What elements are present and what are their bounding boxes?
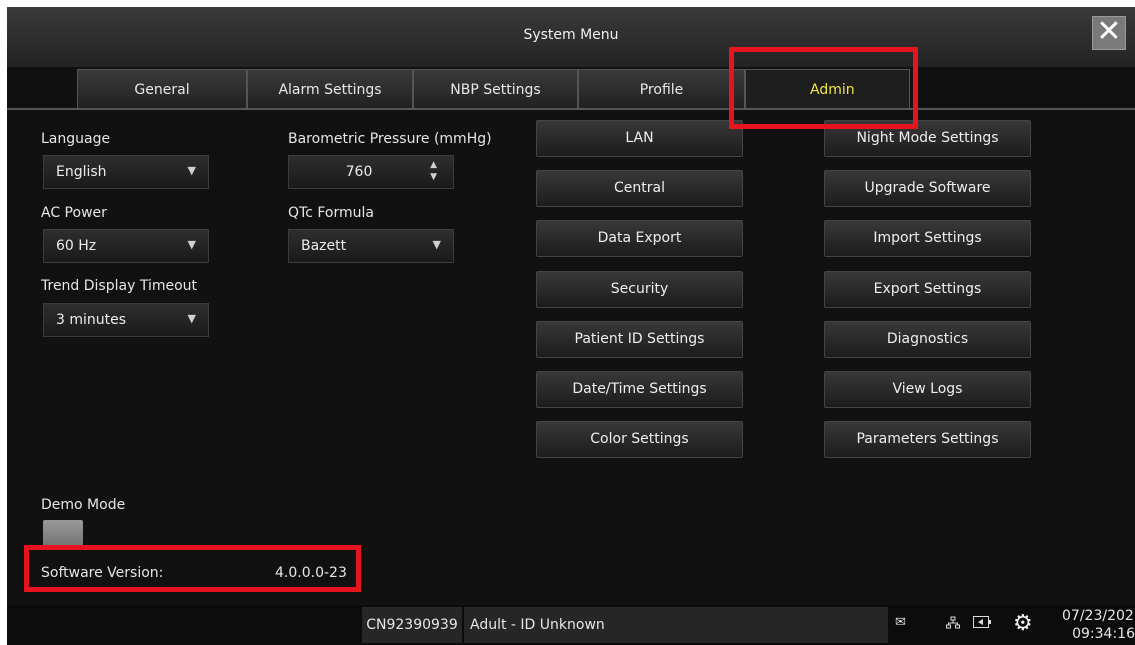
chevron-down-icon: ▼ [187,238,196,251]
demo-mode-label: Demo Mode [41,497,126,513]
lan-button[interactable]: LAN [536,120,743,157]
barometric-pressure-value: 760 [345,164,373,180]
export-settings-button[interactable]: Export Settings [824,271,1031,308]
security-button[interactable]: Security [536,271,743,308]
close-button[interactable]: ✕ [1092,16,1126,50]
admin-tab-highlight [729,47,918,129]
mail-icon[interactable]: ✉ [895,615,906,630]
close-icon: ✕ [1096,14,1122,49]
window-title: System Menu [523,27,619,43]
ac-power-label: AC Power [41,205,107,221]
tab-profile[interactable]: Profile [578,69,745,109]
tab-nbp-settings[interactable]: NBP Settings [413,69,578,109]
chevron-down-icon: ▼ [432,238,441,251]
title-bar: System Menu ✕ [7,7,1135,67]
chevron-down-icon: ▼ [187,312,196,325]
stepper-arrows-icon[interactable]: ▲ ▼ [430,159,437,183]
language-value: English [56,164,107,180]
status-bar: CN92390939 Adult - ID Unknown ✉ ⚙ 07/23/… [7,605,1135,645]
device-id[interactable]: CN92390939 [362,607,462,643]
qtc-formula-label: QTc Formula [288,205,374,221]
central-button[interactable]: Central [536,170,743,207]
ac-power-dropdown[interactable]: 60 Hz ▼ [43,229,209,263]
gear-icon[interactable]: ⚙ [1013,611,1033,636]
language-dropdown[interactable]: English ▼ [43,155,209,189]
language-label: Language [41,131,111,147]
qtc-formula-dropdown[interactable]: Bazett ▼ [288,229,454,263]
patient-banner[interactable]: Adult - ID Unknown [464,607,888,643]
qtc-formula-value: Bazett [301,238,347,254]
chevron-down-icon: ▼ [187,164,196,177]
trend-timeout-value: 3 minutes [56,312,127,328]
barometric-pressure-spinner[interactable]: 760 ▲ ▼ [288,155,454,189]
view-logs-button[interactable]: View Logs [824,371,1031,408]
import-settings-button[interactable]: Import Settings [824,220,1031,257]
tab-divider [7,108,1135,110]
date-time-settings-button[interactable]: Date/Time Settings [536,371,743,408]
time-text: 09:34:16 [1072,626,1135,642]
barometric-pressure-label: Barometric Pressure (mmHg) [288,131,492,147]
network-icon[interactable] [946,616,960,634]
trend-timeout-label: Trend Display Timeout [41,278,198,294]
patient-id-settings-button[interactable]: Patient ID Settings [536,321,743,358]
upgrade-software-button[interactable]: Upgrade Software [824,170,1031,207]
date-time-display: 07/23/2021 09:34:16 [1062,607,1135,643]
tab-general[interactable]: General [77,69,247,109]
parameters-settings-button[interactable]: Parameters Settings [824,421,1031,458]
diagnostics-button[interactable]: Diagnostics [824,321,1031,358]
trend-timeout-dropdown[interactable]: 3 minutes ▼ [43,303,209,337]
software-version-highlight [24,545,361,592]
tab-alarm-settings[interactable]: Alarm Settings [247,69,413,109]
battery-icon[interactable] [973,616,991,632]
color-settings-button[interactable]: Color Settings [536,421,743,458]
date-text: 07/23/2021 [1062,608,1135,624]
data-export-button[interactable]: Data Export [536,220,743,257]
ac-power-value: 60 Hz [56,238,97,254]
